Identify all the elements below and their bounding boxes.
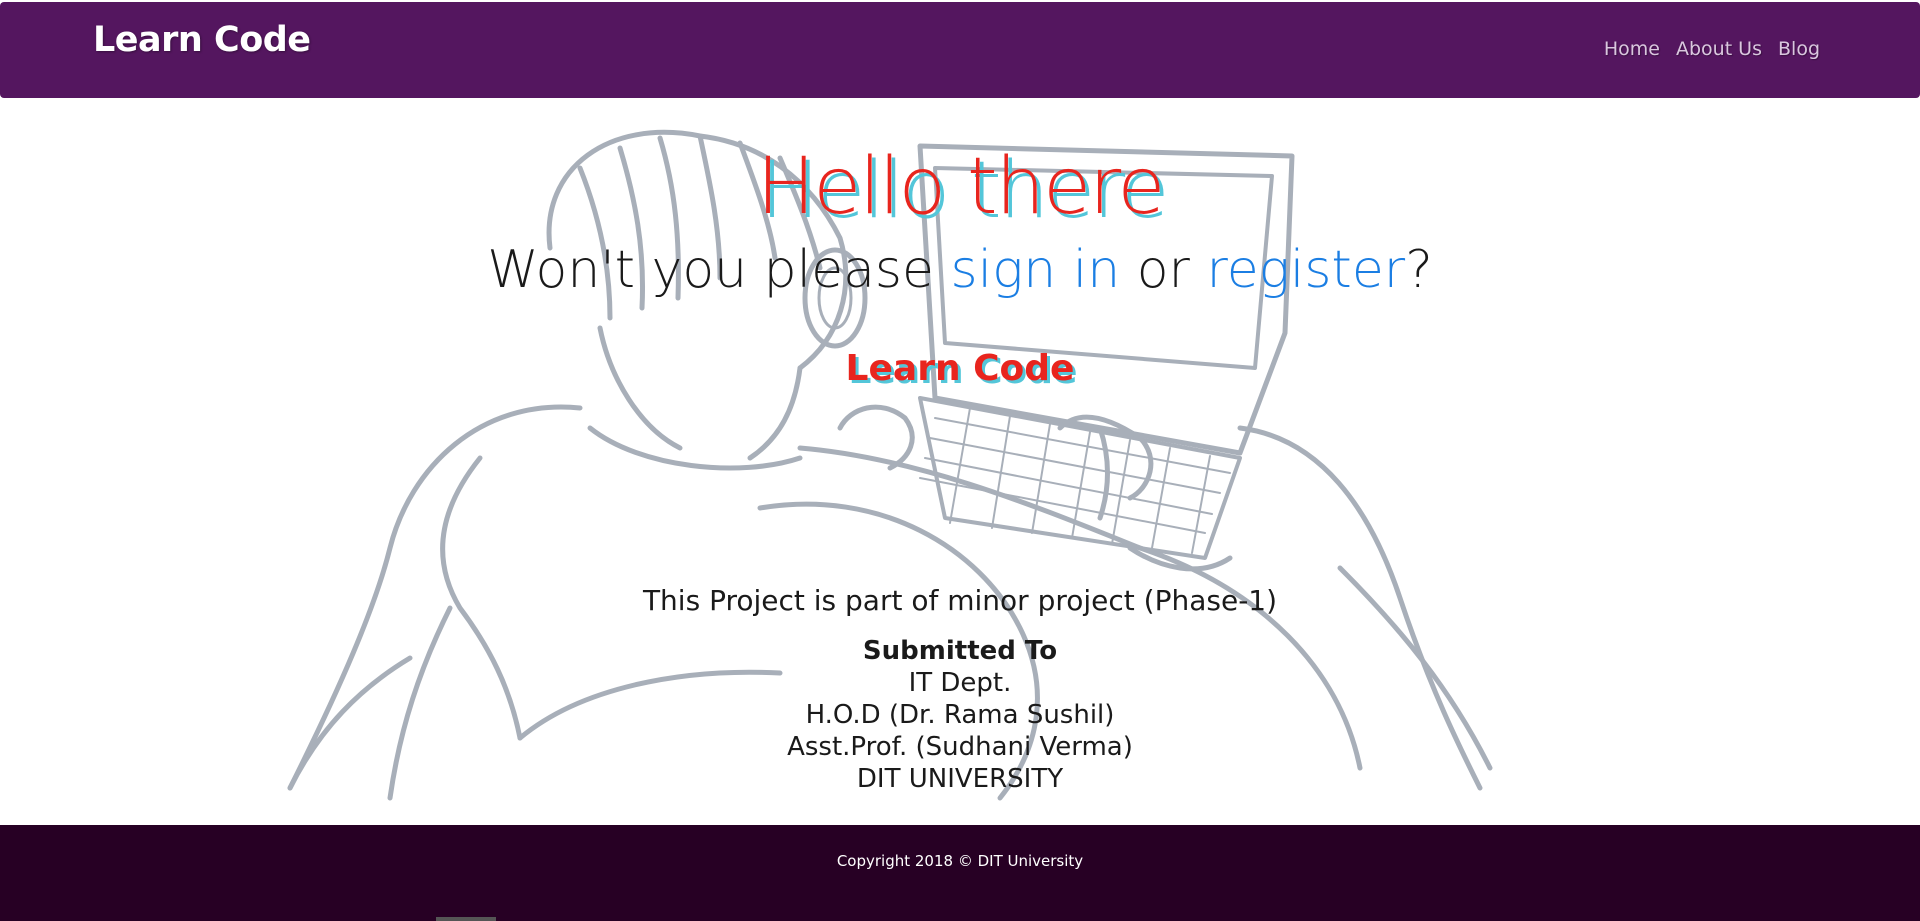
submitted-line-dept: IT Dept. xyxy=(908,668,1012,698)
prompt-prefix: Won't you please xyxy=(487,240,951,300)
horizontal-scrollbar-thumb[interactable] xyxy=(436,917,496,921)
project-note: This Project is part of minor project (P… xyxy=(642,584,1278,617)
prompt-suffix: ? xyxy=(1405,240,1433,300)
submitted-to-block: Submitted To IT Dept. H.O.D (Dr. Rama Su… xyxy=(0,635,1920,795)
nav-about-us-link[interactable]: About Us xyxy=(1676,38,1762,60)
register-link[interactable]: register xyxy=(1206,240,1405,300)
nav-blog-link[interactable]: Blog xyxy=(1778,38,1820,60)
hero-title: Hello there xyxy=(756,142,1166,232)
submitted-heading: Submitted To xyxy=(862,636,1058,666)
prompt-middle: or xyxy=(1120,240,1207,300)
submitted-line-asst-prof: Asst.Prof. (Sudhani Verma) xyxy=(787,732,1133,762)
navbar: Learn Code Home About Us Blog xyxy=(0,2,1920,98)
copyright-text: Copyright 2018 © DIT University xyxy=(836,852,1084,870)
auth-prompt: Won't you please sign in or register? xyxy=(0,240,1920,300)
nav-home-link[interactable]: Home xyxy=(1604,38,1660,60)
brand-logo[interactable]: Learn Code xyxy=(93,20,311,60)
sign-in-link[interactable]: sign in xyxy=(951,240,1121,300)
nav-links: Home About Us Blog xyxy=(1604,38,1820,60)
footer: Copyright 2018 © DIT University xyxy=(0,825,1920,921)
learn-code-logo-text: Learn Code xyxy=(845,348,1075,389)
submitted-line-university: DIT UNIVERSITY xyxy=(856,764,1064,794)
submitted-line-hod: H.O.D (Dr. Rama Sushil) xyxy=(805,700,1115,730)
